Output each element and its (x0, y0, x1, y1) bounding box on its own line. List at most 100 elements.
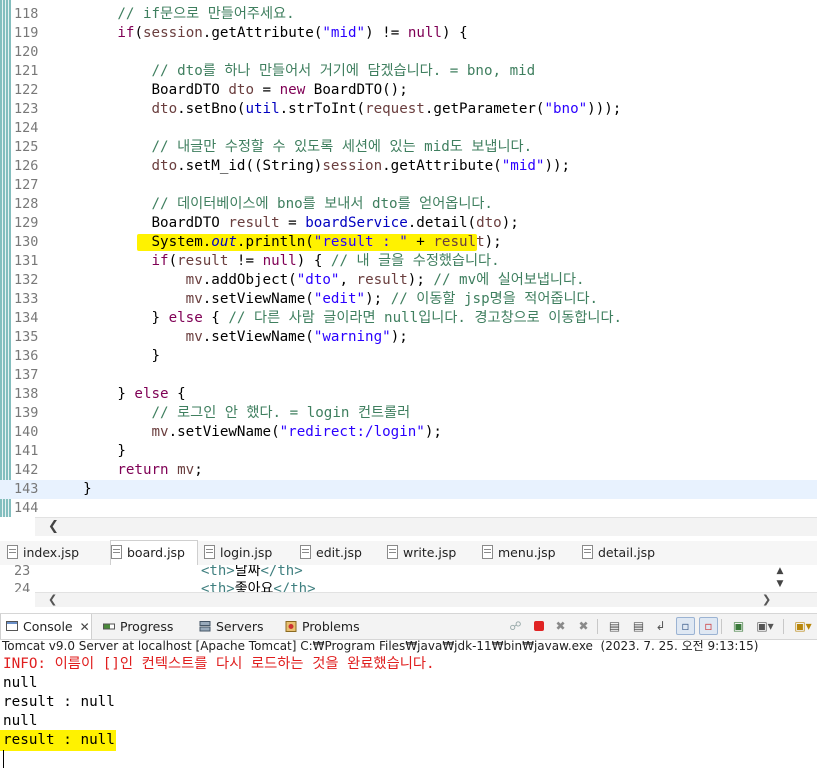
tab-label: board.jsp (127, 545, 185, 560)
line-number: 124 (14, 120, 39, 136)
line-number: 136 (14, 348, 39, 364)
jsp-editor-preview[interactable]: 23 <th>날짜</th> 24 <th>좋아요</th> (0, 565, 817, 592)
code-line[interactable]: 131 if(result != null) { // 내 글을 수정했습니다. (0, 252, 817, 271)
code-text: // 로그인 안 했다. = login 컨트롤러 (49, 404, 411, 423)
code-line[interactable]: 121 // dto를 하나 만들어서 거기에 담겠습니다. = bno, mi… (0, 62, 817, 81)
remove-all-terminated-icon[interactable]: ✖ (575, 618, 592, 634)
code-line[interactable]: 119 if(session.getAttribute("mid") != nu… (0, 24, 817, 43)
code-token: ); (390, 329, 408, 345)
show-on-stderr-icon[interactable]: ▫ (699, 617, 718, 635)
tab-detail-jsp[interactable]: detail.jsp (582, 541, 660, 565)
tab-progress[interactable]: Progress (98, 614, 186, 639)
code-line[interactable]: 134 } else { // 다른 사람 글이라면 null입니다. 경고창으… (0, 309, 817, 328)
code-token: // 다른 사람 글이라면 null입니다. 경고창으로 이동합니다. (228, 310, 623, 326)
code-line[interactable]: 133 mv.setViewName("edit"); // 이동할 jsp명을… (0, 290, 817, 309)
code-token: ))); (587, 101, 622, 117)
tab-label: menu.jsp (498, 545, 556, 560)
line-number: 142 (14, 462, 39, 478)
console-process-description: Tomcat v9.0 Server at localhost [Apache … (2, 639, 759, 653)
jsp-file-icon (204, 545, 215, 559)
console-output[interactable]: INFO: 이름이 []인 컨텍스트를 다시 로드하는 것을 완료했습니다. nu… (0, 655, 817, 776)
code-token: return (117, 462, 169, 478)
code-line[interactable]: 126 dto.setM_id((String)session.getAttri… (0, 157, 817, 176)
console-error-line: INFO: 이름이 []인 컨텍스트를 다시 로드하는 것을 완료했습니다. (3, 656, 435, 672)
scroll-right-arrow-icon[interactable]: ❯ (762, 593, 771, 607)
code-line[interactable]: 141 } (0, 442, 817, 461)
code-line[interactable]: 125 // 내글만 수정할 수 있도록 세션에 있는 mid도 보냅니다. (0, 138, 817, 157)
tab-label: Progress (120, 619, 174, 634)
jsp-code-text: <th>날짜</th> (201, 565, 303, 580)
tag-content: 날짜 (234, 565, 261, 579)
remove-launch-icon[interactable]: ✖ (552, 618, 569, 634)
word-wrap-icon[interactable]: ↲ (652, 618, 669, 634)
code-line[interactable]: 139 // 로그인 안 했다. = login 컨트롤러 (0, 404, 817, 423)
code-line[interactable]: 140 mv.setViewName("redirect:/login"); (0, 423, 817, 442)
tab-console[interactable]: Console ✕ (0, 614, 92, 639)
code-line[interactable]: 142 return mv; (0, 461, 817, 480)
code-token: } (49, 443, 126, 459)
show-on-stdout-icon[interactable]: ▫ (676, 617, 695, 635)
code-line[interactable]: 127 (0, 176, 817, 195)
code-token: "mid" (501, 158, 545, 174)
line-number: 23 (14, 565, 31, 579)
code-token: session (142, 25, 203, 41)
scroll-left-arrow-icon[interactable]: ❮ (48, 593, 57, 607)
code-token: .setViewName( (202, 291, 314, 307)
scroll-left-arrow-icon[interactable]: ❮ (48, 518, 59, 536)
code-line[interactable]: 124 (0, 119, 817, 138)
line-number: 120 (14, 44, 39, 60)
code-line[interactable]: 135 mv.setViewName("warning"); (0, 328, 817, 347)
tab-menu-jsp[interactable]: menu.jsp (482, 541, 572, 565)
open-console-icon[interactable]: ▣▾ (791, 618, 815, 634)
console-output-line: result : null (3, 732, 115, 748)
code-line[interactable]: 120 (0, 43, 817, 62)
jsp-line[interactable]: 23 <th>날짜</th> (0, 565, 817, 580)
code-token: dto (476, 215, 502, 231)
line-number: 141 (14, 443, 39, 459)
tab-board-jsp[interactable]: board.jsp (110, 540, 198, 566)
clear-console-icon[interactable]: ▤ (606, 618, 623, 634)
tab-problems[interactable]: Problems (280, 614, 370, 639)
jsp-horizontal-scrollbar[interactable]: ❮ ❯ (35, 592, 817, 607)
terminate-icon[interactable] (530, 618, 547, 634)
code-text: // dto를 하나 만들어서 거기에 담겠습니다. = bno, mid (49, 62, 536, 81)
code-token: // 데이터베이스에 bno를 보내서 dto를 얻어옵니다. (151, 196, 493, 212)
disconnect-icon[interactable]: ☍ (507, 618, 524, 634)
scroll-up-icon[interactable]: ▲ (773, 565, 787, 578)
tab-index-jsp[interactable]: index.jsp (7, 541, 100, 565)
java-editor[interactable]: 117118 // if문으로 만들어주세요.119 if(session.ge… (0, 0, 817, 517)
code-line[interactable]: 136 } (0, 347, 817, 366)
code-line[interactable]: 123 dto.setBno(util.strToInt(request.get… (0, 100, 817, 119)
tab-edit-jsp[interactable]: edit.jsp (300, 541, 378, 565)
code-token: result (356, 272, 408, 288)
editor-horizontal-scrollbar[interactable]: ❮ (35, 517, 817, 536)
code-token: // dto를 하나 만들어서 거기에 담겠습니다. = bno, mid (151, 63, 536, 79)
code-line[interactable]: 138 } else { (0, 385, 817, 404)
code-token: "dto" (296, 272, 340, 288)
code-line[interactable]: 122 BoardDTO dto = new BoardDTO(); (0, 81, 817, 100)
close-icon[interactable]: ✕ (80, 620, 90, 634)
code-token: .getParameter( (424, 101, 545, 117)
code-line[interactable]: 137 (0, 366, 817, 385)
code-line[interactable]: 129 BoardDTO result = boardService.detai… (0, 214, 817, 233)
jsp-vertical-scroll-buttons[interactable]: ▲ ▼ (773, 565, 787, 591)
code-line[interactable]: 130 System.out.println("result : " + res… (0, 233, 817, 252)
tab-write-jsp[interactable]: write.jsp (387, 541, 473, 565)
scroll-lock-icon[interactable]: ▤ (630, 618, 647, 634)
code-text: } (49, 347, 160, 366)
code-line[interactable]: 128 // 데이터베이스에 bno를 보내서 dto를 얻어옵니다. (0, 195, 817, 214)
code-token: mv (185, 329, 203, 345)
scroll-down-icon[interactable]: ▼ (773, 578, 787, 591)
code-line[interactable]: 118 // if문으로 만들어주세요. (0, 5, 817, 24)
pin-console-icon[interactable]: ▣ (730, 618, 747, 634)
display-console-icon[interactable]: ▣▾ (753, 618, 777, 634)
tab-servers[interactable]: Servers (194, 614, 272, 639)
code-line[interactable]: 144 (0, 499, 817, 517)
code-line[interactable]: 143 } (0, 480, 817, 499)
code-token: + (407, 234, 434, 250)
code-line[interactable]: 132 mv.addObject("dto", result); // mv에 … (0, 271, 817, 290)
tab-login-jsp[interactable]: login.jsp (204, 541, 290, 565)
code-text: dto.setM_id((String)session.getAttribute… (49, 157, 571, 176)
jsp-line[interactable]: 24 <th>좋아요</th> (0, 581, 817, 592)
code-token: "redirect:/login" (279, 424, 425, 440)
